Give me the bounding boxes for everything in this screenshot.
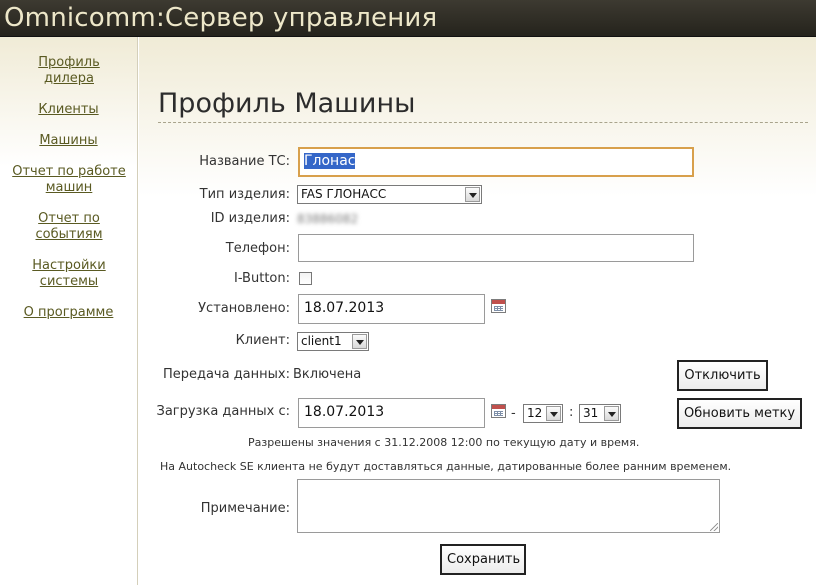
main-content: Профиль Машины Название ТС: Глонас Тип и… (139, 37, 816, 585)
sidebar: Профиль дилера Клиенты Машины Отчет по р… (0, 37, 138, 585)
data-load-date-input[interactable]: 18.07.2013 (298, 398, 485, 428)
sidebar-item-about[interactable]: О программе (0, 305, 137, 321)
sidebar-item-system-settings[interactable]: Настройки системы (19, 258, 119, 290)
vehicle-name-input[interactable]: Глонас (298, 147, 694, 177)
sidebar-item-vehicles[interactable]: Машины (0, 133, 137, 149)
client-value: client1 (301, 334, 342, 348)
client-label: Клиент: (235, 333, 290, 348)
ibutton-label: I-Button: (234, 271, 290, 286)
installed-label: Установлено: (198, 301, 290, 316)
update-mark-button[interactable]: Обновить метку (677, 398, 802, 429)
calendar-icon[interactable] (491, 404, 506, 418)
data-load-label: Загрузка данных с: (156, 404, 290, 419)
device-id-value: 83886082 (297, 212, 359, 226)
sidebar-nav: Профиль дилера Клиенты Машины Отчет по р… (0, 37, 137, 321)
autocheck-hint: На Autocheck SE клиента не будут доставл… (160, 460, 732, 473)
chevron-down-icon (352, 334, 367, 349)
device-type-select[interactable]: FAS ГЛОНАСС (297, 185, 482, 204)
sidebar-item-vehicle-report[interactable]: Отчет по работе машин (9, 164, 129, 196)
minute-value: 31 (583, 406, 599, 420)
sidebar-item-clients[interactable]: Клиенты (0, 102, 137, 118)
chevron-down-icon (604, 406, 619, 421)
vehicle-name-label: Название ТС: (199, 154, 290, 169)
note-label: Примечание: (200, 501, 290, 516)
phone-input[interactable] (298, 234, 694, 262)
page-title: Профиль Машины (158, 88, 416, 119)
device-id-label: ID изделия: (210, 211, 290, 226)
time-dash: - (511, 406, 516, 421)
data-transfer-status: Включена (293, 367, 362, 382)
device-type-value: FAS ГЛОНАСС (301, 187, 387, 201)
sidebar-item-event-report[interactable]: Отчет по событиям (19, 211, 119, 243)
app-header: Omnicomm:Сервер управления (0, 0, 816, 37)
app-title: Omnicomm:Сервер управления (4, 3, 438, 33)
resize-grip-icon[interactable] (710, 523, 718, 531)
phone-label: Телефон: (225, 241, 290, 256)
ibutton-checkbox[interactable] (299, 272, 312, 285)
installed-date-input[interactable]: 18.07.2013 (298, 294, 485, 324)
minute-select[interactable]: 31 (579, 404, 621, 423)
time-colon: : (569, 405, 574, 420)
note-textarea[interactable] (297, 479, 720, 533)
title-divider (158, 122, 808, 123)
disable-button[interactable]: Отключить (677, 360, 768, 391)
sidebar-item-dealer-profile[interactable]: Профиль дилера (19, 55, 119, 87)
data-transfer-label: Передача данных: (162, 367, 290, 382)
chevron-down-icon (465, 187, 480, 202)
client-select[interactable]: client1 (297, 332, 369, 351)
save-button[interactable]: Сохранить (440, 544, 526, 575)
hour-select[interactable]: 12 (523, 404, 563, 423)
vehicle-name-value: Глонас (304, 153, 356, 169)
chevron-down-icon (546, 406, 561, 421)
device-type-label: Тип изделия: (199, 187, 290, 202)
hour-value: 12 (527, 406, 543, 420)
date-range-hint: Разрешены значения с 31.12.2008 12:00 по… (248, 436, 640, 449)
calendar-icon[interactable] (491, 299, 506, 313)
